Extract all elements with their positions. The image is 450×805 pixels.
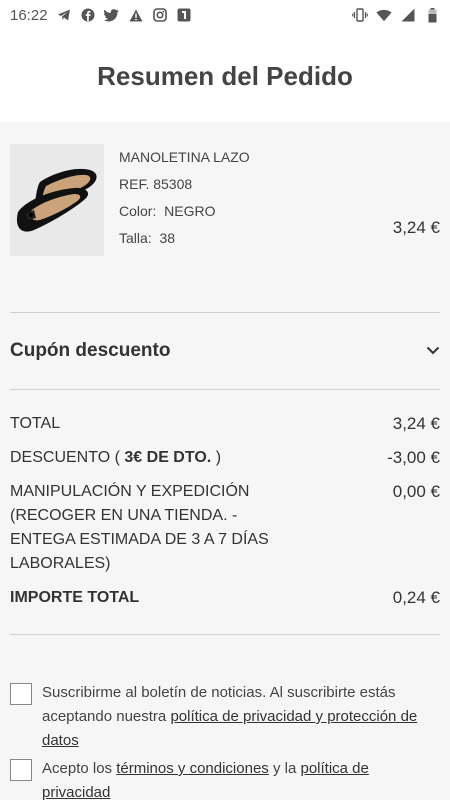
handling-row: MANIPULACIÓN Y EXPEDICIÓN (RECOGER EN UN…	[10, 480, 440, 576]
newsletter-text: Suscribirme al boletín de noticias. Al s…	[42, 681, 440, 753]
newsletter-consent: Suscribirme al boletín de noticias. Al s…	[10, 681, 440, 753]
consent-section: Suscribirme al boletín de noticias. Al s…	[0, 681, 450, 805]
product-price: 3,24 €	[392, 218, 440, 237]
signal-icon	[400, 7, 416, 23]
app-icon	[176, 7, 192, 23]
order-summary-content: MANOLETINA LAZO REF. 85308 Color: NEGRO …	[0, 122, 450, 801]
discount-value: -3,00 €	[387, 448, 440, 467]
discount-prefix: DESCUENTO (	[10, 449, 120, 466]
discount-label: DESCUENTO ( 3€ DE DTO. )	[10, 446, 221, 470]
discount-row: DESCUENTO ( 3€ DE DTO. ) -3,00 €	[10, 446, 440, 470]
product-size-value: 38	[159, 230, 176, 246]
chevron-down-icon[interactable]	[426, 342, 440, 360]
status-time: 16:22	[10, 6, 48, 24]
product-image	[10, 144, 104, 256]
total-row: TOTAL 3,24 €	[10, 412, 440, 436]
divider	[10, 634, 440, 635]
status-bar: 16:22	[0, 0, 450, 30]
product-ref-label: REF.	[119, 176, 150, 192]
twitter-icon	[104, 7, 120, 23]
battery-icon	[424, 7, 440, 23]
instagram-icon	[152, 7, 168, 23]
product-color: Color: NEGRO	[119, 198, 250, 225]
product-item: MANOLETINA LAZO REF. 85308 Color: NEGRO …	[0, 122, 450, 258]
header: Resumen del Pedido	[0, 30, 450, 122]
product-ref-value: 85308	[153, 176, 193, 192]
product-name: MANOLETINA LAZO	[119, 149, 250, 165]
telegram-icon	[56, 7, 72, 23]
terms-prefix: Acepto los	[42, 760, 117, 777]
total-value: 3,24 €	[392, 414, 440, 433]
totals-summary: TOTAL 3,24 € DESCUENTO ( 3€ DE DTO. ) -3…	[0, 390, 450, 610]
status-right	[352, 7, 440, 23]
terms-checkbox[interactable]	[10, 759, 32, 781]
warning-icon	[128, 7, 144, 23]
product-ref: REF. 85308	[119, 171, 250, 198]
import-total-label: IMPORTE TOTAL	[10, 589, 140, 606]
discount-suffix: )	[215, 449, 222, 466]
wifi-icon	[376, 7, 392, 23]
product-color-value: NEGRO	[164, 203, 216, 219]
coupon-title: Cupón descuento	[10, 340, 171, 361]
terms-text: Acepto los términos y condiciones y la p…	[42, 757, 440, 805]
handling-label: MANIPULACIÓN Y EXPEDICIÓN (RECOGER EN UN…	[10, 483, 269, 572]
import-total-row: IMPORTE TOTAL 0,24 €	[10, 586, 440, 610]
terms-middle: y la	[268, 760, 301, 777]
facebook-icon	[80, 7, 96, 23]
product-size: Talla: 38	[119, 225, 250, 252]
newsletter-checkbox[interactable]	[10, 683, 32, 705]
coupon-toggle[interactable]: Cupón descuento	[0, 313, 450, 389]
product-color-label: Color:	[119, 203, 157, 219]
import-total-value: 0,24 €	[392, 588, 440, 607]
total-label: TOTAL	[10, 415, 61, 432]
product-size-label: Talla:	[119, 230, 152, 246]
terms-consent: Acepto los términos y condiciones y la p…	[10, 757, 440, 805]
discount-code: 3€ DE DTO.	[124, 449, 212, 466]
page-title: Resumen del Pedido	[97, 60, 353, 91]
product-info: MANOLETINA LAZO REF. 85308 Color: NEGRO …	[119, 144, 250, 258]
vibrate-icon	[352, 7, 368, 23]
status-left: 16:22	[10, 7, 192, 24]
terms-link[interactable]: términos y condiciones	[116, 760, 269, 777]
handling-value: 0,00 €	[392, 482, 440, 501]
